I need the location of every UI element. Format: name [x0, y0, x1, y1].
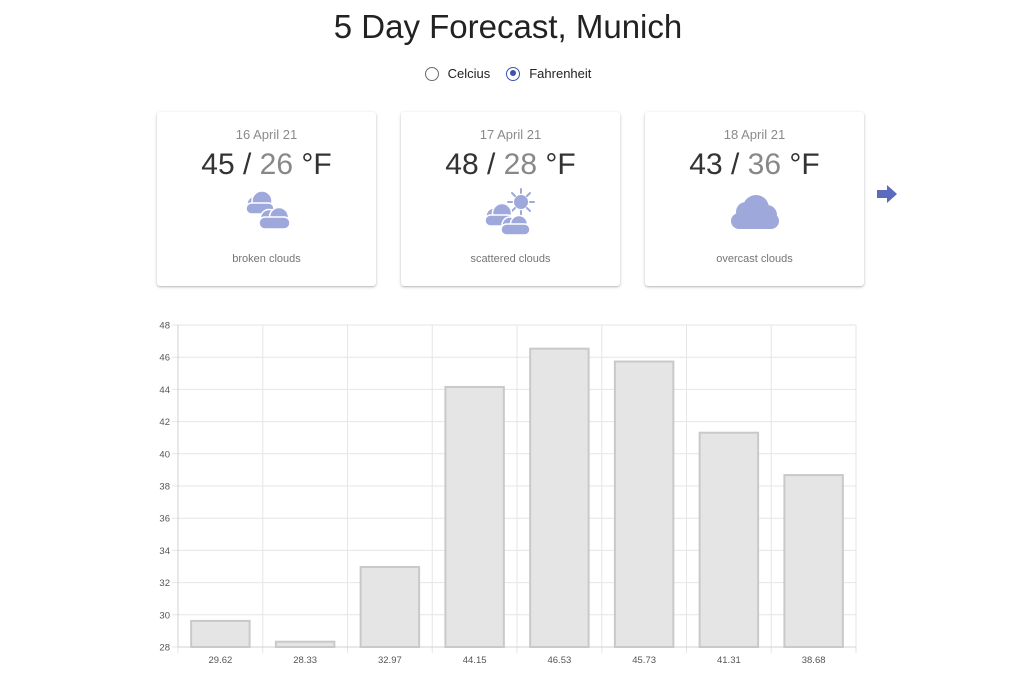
x-tick-label: 38.68: [802, 655, 826, 666]
y-tick-label: 38: [159, 482, 170, 493]
bar: [359, 565, 421, 648]
y-tick-label: 34: [159, 546, 170, 557]
x-tick-label: 41.31: [717, 655, 741, 666]
bar: [783, 474, 844, 648]
y-tick-label: 28: [159, 643, 170, 654]
temperature-bar-chart: 28 30 32 34 36 38 40 42 44 46 48 29.62 28.33 32.97 44.…: [159, 321, 857, 666]
y-tick-label: 36: [159, 514, 170, 525]
y-tick-label: 32: [159, 578, 170, 589]
x-tick-label: 45.73: [632, 655, 656, 666]
y-tick-label: 30: [159, 610, 170, 621]
y-tick-label: 46: [159, 353, 170, 364]
bar: [613, 360, 675, 648]
x-tick-label: 46.53: [547, 655, 571, 666]
x-tick-label: 28.33: [293, 655, 317, 666]
y-tick-label: 42: [159, 417, 170, 428]
bar: [274, 640, 336, 649]
bar: [190, 619, 251, 649]
y-tick-label: 48: [159, 321, 170, 332]
x-tick-label: 29.62: [208, 655, 232, 666]
x-tick-label: 32.97: [378, 655, 402, 666]
bar: [698, 431, 760, 649]
bar: [529, 347, 590, 648]
bar: [444, 385, 505, 648]
y-tick-label: 40: [159, 449, 170, 460]
y-tick-label: 44: [159, 385, 170, 396]
x-tick-label: 44.15: [463, 655, 487, 666]
